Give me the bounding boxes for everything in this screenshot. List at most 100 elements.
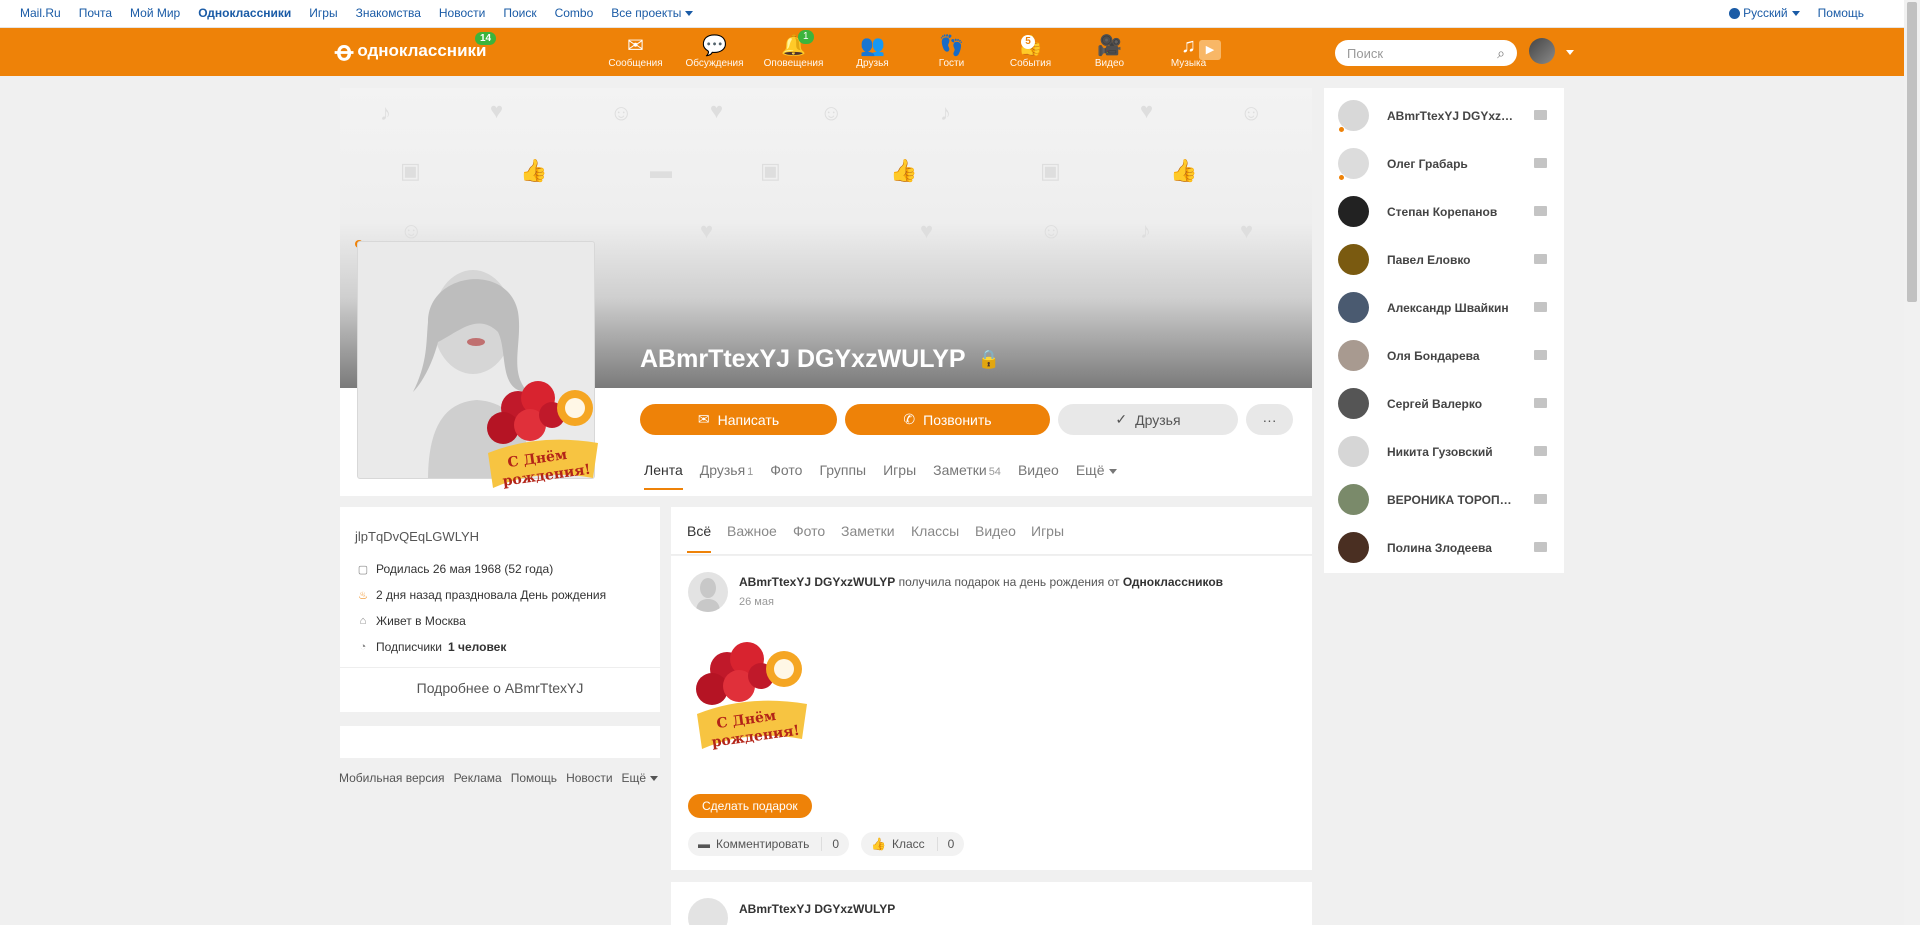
link-poisk[interactable]: Поиск bbox=[503, 6, 536, 20]
tab-feed[interactable]: Лента bbox=[644, 462, 683, 490]
nav-friends[interactable]: 👥 Друзья bbox=[833, 34, 912, 69]
like-pattern-icon: 👍 bbox=[890, 158, 918, 183]
friend-item[interactable]: Александр Швайкин bbox=[1324, 280, 1564, 328]
feed-tab-video[interactable]: Видео bbox=[975, 523, 1016, 539]
link-pochta[interactable]: Почта bbox=[79, 6, 112, 20]
footer-more[interactable]: Ещё bbox=[622, 771, 659, 785]
nav-guests[interactable]: 👣 Гости bbox=[912, 34, 991, 69]
nav-discussions[interactable]: 💬 Обсуждения bbox=[675, 34, 754, 69]
link-moy-mir[interactable]: Мой Мир bbox=[130, 6, 180, 20]
nav-video[interactable]: 🎥 Видео bbox=[1070, 34, 1149, 69]
tab-video[interactable]: Видео bbox=[1018, 462, 1059, 490]
user-avatar[interactable] bbox=[1529, 38, 1555, 64]
feed-tab-notes[interactable]: Заметки bbox=[841, 523, 895, 539]
profile-tabs: Лента Друзья 1 Фото Группы Игры Заметки 54… bbox=[644, 462, 1117, 490]
smile-pattern-icon: ☺ bbox=[1240, 100, 1263, 125]
chevron-down-icon[interactable] bbox=[1566, 50, 1574, 55]
message-icon[interactable] bbox=[1534, 446, 1547, 456]
call-button[interactable]: ✆ Позвонить bbox=[845, 404, 1050, 435]
tab-more[interactable]: Ещё bbox=[1076, 462, 1117, 490]
page-scrollbar[interactable] bbox=[1904, 0, 1920, 925]
message-icon[interactable] bbox=[1534, 206, 1547, 216]
post-from-link[interactable]: Одноклассников bbox=[1123, 575, 1223, 589]
post-author-link[interactable]: ABmrTtexYJ DGYxzWULYP bbox=[739, 575, 895, 589]
friend-item[interactable]: Степан Корепанов bbox=[1324, 184, 1564, 232]
friend-item[interactable]: Сергей Валерко bbox=[1324, 376, 1564, 424]
nav-events[interactable]: 👍 5 События bbox=[991, 34, 1070, 69]
message-icon[interactable] bbox=[1534, 494, 1547, 504]
make-gift-button[interactable]: Сделать подарок bbox=[688, 794, 812, 818]
music-play-button[interactable]: ▶ bbox=[1199, 40, 1221, 60]
footer-help[interactable]: Помощь bbox=[511, 771, 557, 785]
tab-games[interactable]: Игры bbox=[883, 462, 916, 490]
friend-avatar[interactable] bbox=[1338, 532, 1369, 563]
feed-tab-classes[interactable]: Классы bbox=[911, 523, 959, 539]
more-actions-button[interactable]: ··· bbox=[1246, 404, 1293, 435]
friend-avatar[interactable] bbox=[1338, 388, 1369, 419]
profile-more-link[interactable]: Подробнее о ABmrTtexYJ bbox=[340, 667, 660, 696]
message-icon[interactable] bbox=[1534, 158, 1547, 168]
footer-news[interactable]: Новости bbox=[566, 771, 612, 785]
post-author-link[interactable]: ABmrTtexYJ DGYxzWULYP bbox=[739, 902, 895, 916]
link-znakomstva[interactable]: Знакомства bbox=[356, 6, 421, 20]
post-author-avatar[interactable] bbox=[688, 898, 728, 925]
friend-item[interactable]: Никита Гузовский bbox=[1324, 424, 1564, 472]
friend-avatar[interactable] bbox=[1338, 244, 1369, 275]
link-novosti[interactable]: Новости bbox=[439, 6, 485, 20]
scrollbar-thumb[interactable] bbox=[1907, 2, 1917, 302]
friends-status-button[interactable]: ✓ Друзья bbox=[1058, 404, 1238, 435]
footer-ads[interactable]: Реклама bbox=[454, 771, 502, 785]
feed-tab-important[interactable]: Важное bbox=[727, 523, 777, 539]
friend-avatar[interactable] bbox=[1338, 436, 1369, 467]
link-odnoklassniki[interactable]: Одноклассники bbox=[198, 6, 291, 20]
friend-avatar[interactable] bbox=[1338, 340, 1369, 371]
friend-item[interactable]: Павел Еловко bbox=[1324, 232, 1564, 280]
footprints-icon: 👣 bbox=[939, 35, 964, 57]
message-icon[interactable] bbox=[1534, 350, 1547, 360]
search-input[interactable]: Поиск bbox=[1347, 46, 1383, 61]
all-projects-dropdown[interactable]: Все проекты bbox=[611, 6, 694, 20]
message-icon[interactable] bbox=[1534, 254, 1547, 264]
write-message-button[interactable]: ✉ Написать bbox=[640, 404, 837, 435]
post-author-avatar[interactable] bbox=[688, 572, 728, 612]
message-icon[interactable] bbox=[1534, 542, 1547, 552]
like-button[interactable]: 👍 Класс 0 bbox=[861, 832, 965, 856]
chat-bubbles-icon: 💬 bbox=[702, 35, 727, 57]
help-link[interactable]: Помощь bbox=[1818, 6, 1864, 20]
footer-mobile[interactable]: Мобильная версия bbox=[339, 771, 445, 785]
search-icon[interactable]: ⌕ bbox=[1497, 45, 1505, 62]
search-box[interactable]: Поиск ⌕ bbox=[1335, 40, 1517, 66]
message-icon[interactable] bbox=[1534, 110, 1547, 120]
profile-name: ABmrTtexYJ DGYxzWULYP 🔒 bbox=[640, 345, 1000, 373]
ok-logo[interactable]: ꝋ одноклассники 14 bbox=[335, 32, 497, 64]
thumbs-up-icon: 👍 bbox=[871, 837, 886, 851]
tab-photo[interactable]: Фото bbox=[770, 462, 802, 490]
friend-avatar[interactable] bbox=[1338, 292, 1369, 323]
friend-item[interactable]: ABmrTtexYJ DGYxzWULYP bbox=[1324, 88, 1564, 136]
friend-avatar[interactable] bbox=[1338, 196, 1369, 227]
info-subscribers[interactable]: ◔ Подписчики 1 человек bbox=[356, 640, 507, 654]
message-icon[interactable] bbox=[1534, 398, 1547, 408]
friend-avatar[interactable] bbox=[1338, 484, 1369, 515]
language-selector[interactable]: Русский bbox=[1729, 6, 1800, 20]
link-combo[interactable]: Combo bbox=[555, 6, 594, 20]
nav-notifications[interactable]: 🔔 1 Оповещения bbox=[754, 30, 833, 69]
feed-tab-photo[interactable]: Фото bbox=[793, 523, 825, 539]
tab-groups[interactable]: Группы bbox=[819, 462, 866, 490]
feed-tab-all[interactable]: Всё bbox=[687, 523, 712, 553]
heart-pattern-icon: ♥ bbox=[490, 98, 504, 123]
message-icon[interactable] bbox=[1534, 302, 1547, 312]
friend-item[interactable]: ВЕРОНИКА ТОРОПОВА bbox=[1324, 472, 1564, 520]
tab-notes[interactable]: Заметки 54 bbox=[933, 462, 1001, 490]
link-mailru[interactable]: Mail.Ru bbox=[20, 6, 61, 20]
nav-messages[interactable]: ✉ Сообщения bbox=[596, 34, 675, 69]
birthday-gift-icon[interactable]: С Днём рождения! bbox=[687, 624, 817, 754]
friend-item[interactable]: Полина Злодеева bbox=[1324, 520, 1564, 568]
friend-item[interactable]: Олег Грабарь bbox=[1324, 136, 1564, 184]
link-igry[interactable]: Игры bbox=[309, 6, 337, 20]
feed-tab-games[interactable]: Игры bbox=[1031, 523, 1064, 539]
friend-item[interactable]: Оля Бондарева bbox=[1324, 328, 1564, 376]
tab-friends[interactable]: Друзья 1 bbox=[700, 462, 754, 490]
comment-button[interactable]: ▬ Комментировать 0 bbox=[688, 832, 850, 856]
lock-icon: 🔒 bbox=[977, 349, 1000, 369]
